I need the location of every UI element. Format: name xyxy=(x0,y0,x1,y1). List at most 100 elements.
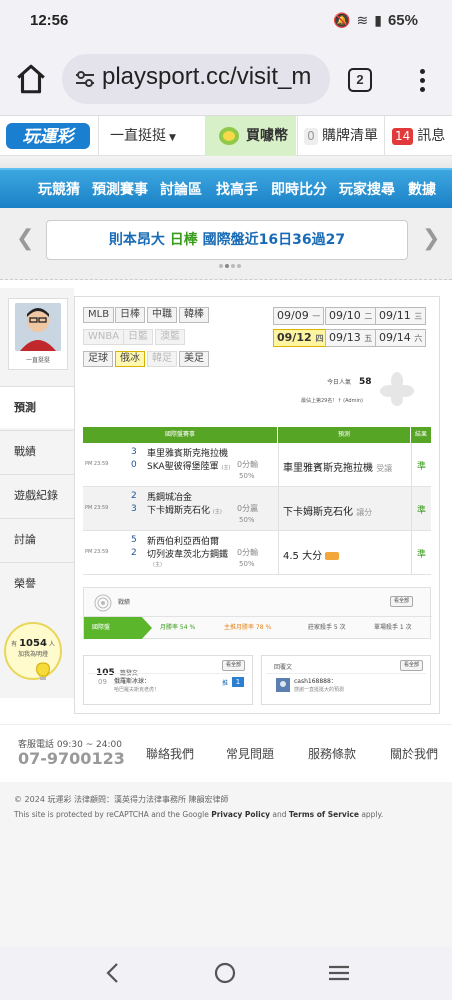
site-settings-icon[interactable] xyxy=(74,69,96,89)
site-logo[interactable]: 玩運彩 xyxy=(4,120,94,152)
back-icon[interactable] xyxy=(104,962,122,984)
hot-badge-icon xyxy=(325,552,340,560)
sport-tab-mls[interactable]: 美足 xyxy=(179,351,209,367)
record-view-all-button[interactable]: 看全部 xyxy=(390,596,414,607)
side-item-game-log[interactable]: 遊戲紀錄 xyxy=(0,474,74,516)
system-nav-bar xyxy=(0,946,452,1000)
footer-contact: 客服電話 09:30 ~ 24:00 07-9700123 聯絡我們 常見問題 … xyxy=(0,724,452,782)
table-row[interactable]: PM 23:59 3 0 車里雅賓斯克拖拉機 SKA聖彼得堡陸軍 (主) 0分輸… xyxy=(83,443,431,487)
footer-link-about[interactable]: 關於我們 xyxy=(390,745,438,762)
privacy-link[interactable]: Privacy Policy xyxy=(211,810,270,819)
sport-tab-jbasket[interactable]: 日籃 xyxy=(123,329,153,345)
wifi-icon: ≋ xyxy=(356,12,369,28)
replies-header: 回覆文 xyxy=(274,664,293,671)
battery-level: 65% xyxy=(387,12,418,29)
fans-badge[interactable]: 有 1054 人 加我為明燈 xyxy=(4,622,62,680)
date-tab-0914[interactable]: 09/14 六 xyxy=(375,329,427,347)
result-hit: 準 xyxy=(417,506,427,516)
sport-tab-soccer[interactable]: 足球 xyxy=(83,351,113,367)
footer-link-faq[interactable]: 常見問題 xyxy=(226,745,274,762)
main-nav: 玩競猜 預測賽事 討論區 找高手 即時比分 玩家搜尋 數據 xyxy=(0,168,452,208)
record-category: 國際盤 xyxy=(92,624,111,631)
nav-live-score[interactable]: 即時比分 xyxy=(271,170,327,210)
reply-user[interactable]: cash168888： xyxy=(294,676,337,685)
side-item-discussion[interactable]: 討論 xyxy=(0,518,74,560)
footer-link-terms[interactable]: 服務條款 xyxy=(308,745,356,762)
replies-view-all-button[interactable]: 看全部 xyxy=(400,660,424,671)
fans-count: 1054 xyxy=(19,638,47,649)
table-row[interactable]: PM 23:59 5 2 新西伯利亞西伯爾 切列波韋茨北方鋼鐵 (主) 0分輸 … xyxy=(83,531,431,575)
prev-arrow-icon[interactable]: ❮ xyxy=(16,226,34,251)
cart-link[interactable]: 0 購牌清單 xyxy=(304,116,378,156)
tab-switcher-button[interactable]: 2 xyxy=(348,68,372,92)
sport-tab-khl[interactable]: 俄冰 xyxy=(115,351,145,367)
nav-player-search[interactable]: 玩家搜尋 xyxy=(339,170,395,210)
side-item-predict[interactable]: 預測 xyxy=(0,386,74,428)
terms-link[interactable]: Terms of Service xyxy=(289,810,359,819)
table-header-pick: 預測 xyxy=(278,427,410,443)
marquee-item[interactable]: 則本昂大 日棒 國際盤近16日36過27 xyxy=(46,220,408,260)
side-item-honor[interactable]: 榮譽 xyxy=(0,562,74,604)
more-menu-icon[interactable] xyxy=(412,66,432,94)
url-text[interactable]: playsport.cc/visit_m xyxy=(102,63,311,91)
nav-play-guess[interactable]: 玩競猜 xyxy=(38,170,80,210)
date-tab-0909[interactable]: 09/09 一 xyxy=(273,307,325,325)
buy-coin-button[interactable]: 買噱幣 xyxy=(206,116,296,156)
sport-tab-cpbl[interactable]: 中職 xyxy=(147,307,177,323)
side-item-record[interactable]: 戰績 xyxy=(0,430,74,472)
result-hit: 準 xyxy=(417,462,427,472)
table-row[interactable]: PM 23:59 2 3 馬鋼城冶金 下卡姆斯克石化 (主) 0分贏 50% 下… xyxy=(83,487,431,531)
date-tab-0913[interactable]: 09/13 五 xyxy=(325,329,377,347)
sport-tab-mlb[interactable]: MLB xyxy=(83,307,115,323)
address-bar[interactable]: playsport.cc/visit_m xyxy=(62,54,330,104)
table-header-result: 結果 xyxy=(411,427,431,443)
nav-predict[interactable]: 預測賽事 xyxy=(92,170,148,210)
status-icons: 🔕 ≋ ▮ 65% xyxy=(333,12,418,29)
sport-tab-kbo[interactable]: 韓棒 xyxy=(179,307,209,323)
push-count: 1 xyxy=(232,677,244,687)
cart-count: 0 xyxy=(304,127,318,145)
user-menu[interactable]: 一直挺挺 ▼ xyxy=(110,116,176,156)
profile-sidebar: 一直挺挺 預測 戰績 遊戲紀錄 討論 榮譽 有 1054 人 加我為明燈 xyxy=(0,288,74,698)
recents-icon[interactable] xyxy=(328,964,350,982)
sport-tab-npb[interactable]: 日棒 xyxy=(115,307,145,323)
single-killer: 單場殺手 1 次 xyxy=(374,624,412,631)
carousel-dots xyxy=(219,264,241,268)
sport-tab-wnba[interactable]: WNBA xyxy=(83,329,125,345)
mute-icon: 🔕 xyxy=(333,12,351,28)
nav-forum[interactable]: 討論區 xyxy=(160,170,202,210)
date-tab-0910[interactable]: 09/10 二 xyxy=(325,307,377,325)
home-circle-icon[interactable] xyxy=(214,962,236,984)
prediction-panel: MLB 日棒 中職 韓棒 WNBA 日籃 澳籃 足球 俄冰 韓足 美足 09/0… xyxy=(74,296,440,714)
home-icon[interactable] xyxy=(14,62,48,96)
recaptcha-notice: This site is protected by reCAPTCHA and … xyxy=(14,810,384,819)
table-header-match: 國際盤賽事 xyxy=(83,427,277,443)
record-summary: 戰績 看全部 國際盤 月勝率 54 % 主推月勝率 78 % 莊家殺手 5 次 … xyxy=(83,587,432,639)
next-arrow-icon[interactable]: ❯ xyxy=(422,226,440,251)
nav-data[interactable]: 數據 xyxy=(408,170,436,210)
monthly-win-rate: 月勝率 54 % xyxy=(160,624,196,631)
footer-link-contact[interactable]: 聯絡我們 xyxy=(146,745,194,762)
user-avatar-icon xyxy=(276,678,290,692)
service-phone[interactable]: 07-9700123 xyxy=(18,749,125,768)
replies-box: 回覆文 看全部 cash168888： 感謝一直挺挺大的預測 xyxy=(261,655,431,705)
sport-tab-kleague[interactable]: 韓足 xyxy=(147,351,177,367)
clock: 12:56 xyxy=(30,12,69,29)
browser-toolbar: playsport.cc/visit_m 2 xyxy=(0,44,452,116)
sport-tab-nbl[interactable]: 澳籃 xyxy=(155,329,185,345)
coin-icon xyxy=(219,127,239,145)
news-marquee: ❮ 則本昂大 日棒 國際盤近16日36過27 ❯ xyxy=(0,208,452,280)
footer-legal: © 2024 玩運彩 法律顧問：漢英得力法律事務所 陳韻宏律師 This sit… xyxy=(0,782,452,946)
date-tab-0911[interactable]: 09/11 三 xyxy=(375,307,427,325)
message-count: 14 xyxy=(392,127,414,145)
profile-card[interactable]: 一直挺挺 xyxy=(8,298,68,370)
flower-icon xyxy=(380,372,414,406)
nav-find-expert[interactable]: 找高手 xyxy=(216,170,258,210)
date-tab-0912[interactable]: 09/12 四 xyxy=(273,329,328,347)
messages-link[interactable]: 14 訊息 xyxy=(392,116,445,156)
main-pick-win-rate: 主推月勝率 78 % xyxy=(224,624,272,631)
avatar xyxy=(15,303,61,351)
posts-view-all-button[interactable]: 看全部 xyxy=(222,660,246,671)
bookie-killer: 莊家殺手 5 次 xyxy=(308,624,346,631)
post-title-link[interactable]: 俄羅斯冰球： xyxy=(114,676,150,685)
